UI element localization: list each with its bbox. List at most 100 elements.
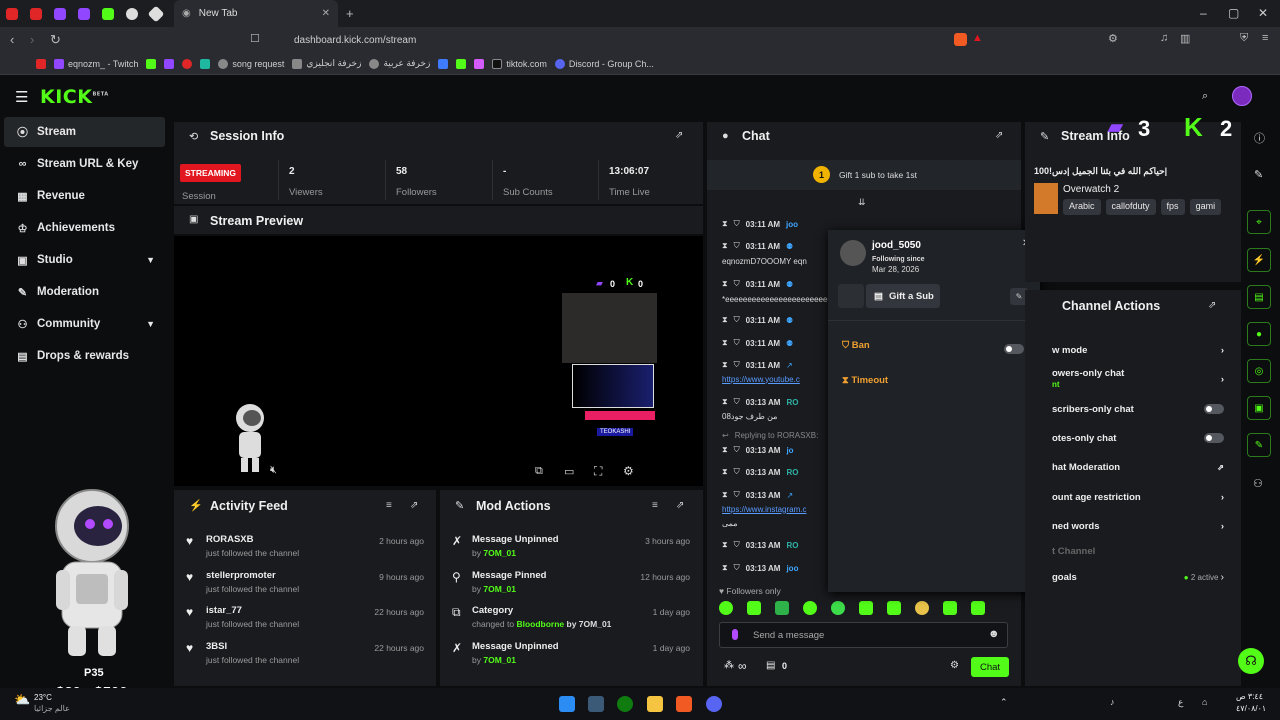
- address-bar[interactable]: dashboard.kick.com/stream: [264, 30, 988, 50]
- forward-icon[interactable]: ›: [30, 32, 34, 47]
- file-explorer-icon[interactable]: [647, 696, 663, 712]
- sidebar-item-revenue[interactable]: ▦ Revenue: [4, 181, 165, 211]
- tab-extension-icon[interactable]: [144, 0, 168, 27]
- active-tab[interactable]: ◉ New Tab ✕: [174, 0, 338, 27]
- bookmark-zakhrafa-ar[interactable]: زخرفة عربية: [369, 58, 430, 69]
- media-icon[interactable]: ♫: [1160, 32, 1168, 44]
- bookmark-shortcut[interactable]: [182, 58, 193, 69]
- bookmark-shortcut[interactable]: [164, 58, 175, 69]
- emote-icon[interactable]: [775, 601, 789, 615]
- xbox-icon[interactable]: [617, 696, 633, 712]
- emote-icon[interactable]: [747, 601, 761, 615]
- brave-shield-icon[interactable]: [954, 33, 967, 46]
- rail-button-wrench[interactable]: ✎: [1247, 433, 1271, 457]
- tab-youtube-icon[interactable]: [24, 0, 48, 27]
- theater-icon[interactable]: ▭: [564, 465, 574, 478]
- settings-gear-icon[interactable]: ⚙: [623, 464, 634, 478]
- back-icon[interactable]: ‹: [10, 32, 14, 47]
- gift-icon[interactable]: ▤: [766, 660, 775, 671]
- search-icon[interactable]: ⌕: [1202, 90, 1208, 103]
- emote-icon[interactable]: [887, 601, 901, 615]
- bookmark-shortcut[interactable]: [200, 58, 211, 69]
- vpn-icon[interactable]: ⛨: [1240, 32, 1248, 45]
- chat-message-link[interactable]: https://www.instagram.c: [722, 502, 806, 516]
- user-avatar[interactable]: [1232, 86, 1252, 106]
- rail-button-lightning[interactable]: ⚡: [1247, 248, 1271, 272]
- slow-mode-row[interactable]: w mode ›: [1052, 341, 1224, 359]
- tab-kick-icon[interactable]: [96, 0, 120, 27]
- send-chat-button[interactable]: Chat: [971, 657, 1009, 677]
- close-tab-icon[interactable]: ✕: [322, 8, 330, 19]
- info-icon[interactable]: ⓘ: [1254, 130, 1265, 146]
- chat-message-link[interactable]: https://www.youtube.c: [722, 372, 800, 386]
- start-icon[interactable]: [559, 696, 575, 712]
- emotes-only-row[interactable]: otes-only chat: [1052, 429, 1224, 447]
- emote-icon[interactable]: [831, 601, 845, 615]
- close-window-icon[interactable]: ✕: [1258, 6, 1268, 20]
- tab-twitch-icon[interactable]: [72, 0, 96, 27]
- kick-logo[interactable]: KICKBETA: [40, 86, 109, 108]
- sidebar-item-drops-rewards[interactable]: ▤ Drops & rewards: [4, 341, 165, 371]
- emote-icon[interactable]: [803, 601, 817, 615]
- clock-date[interactable]: ٤٧/٠٨/٠١: [1236, 704, 1266, 713]
- bookmark-youtube[interactable]: [36, 58, 46, 69]
- support-headset-icon[interactable]: ☊: [1238, 648, 1264, 674]
- points-icon[interactable]: ⁂: [724, 660, 734, 671]
- clock-time[interactable]: ٣:٤٤ ص: [1236, 692, 1263, 701]
- chat-moderation-row[interactable]: hat Moderation ⇗: [1052, 458, 1224, 476]
- emote-icon[interactable]: [719, 601, 733, 615]
- sidebar-item-stream[interactable]: ⦿ Stream: [4, 117, 165, 147]
- category-name[interactable]: Overwatch 2: [1063, 184, 1119, 195]
- bookmark-zakhrafa-en[interactable]: زخرفة انجليزي: [292, 58, 361, 69]
- user-card-placeholder-button[interactable]: [838, 284, 864, 308]
- popout-icon[interactable]: ⇗: [676, 500, 684, 511]
- chat-input[interactable]: Send a message ☻: [719, 622, 1008, 648]
- filter-icon[interactable]: ≡: [386, 500, 392, 511]
- maximize-icon[interactable]: ▢: [1228, 6, 1239, 20]
- language-indicator[interactable]: ع: [1178, 697, 1183, 708]
- bookmark-song-request[interactable]: song request: [218, 58, 284, 69]
- bookmark-icon[interactable]: ☐: [250, 32, 260, 45]
- gift-a-sub-button[interactable]: ▤ Gift a Sub: [866, 284, 940, 308]
- mic-icon[interactable]: [732, 629, 738, 640]
- new-tab-button[interactable]: +: [346, 6, 354, 21]
- pinned-toggle-icon[interactable]: ⇊: [858, 197, 866, 208]
- rail-button-chat[interactable]: ●: [1247, 322, 1271, 346]
- emote-icon[interactable]: [859, 601, 873, 615]
- fullscreen-icon[interactable]: ⛶: [594, 464, 602, 479]
- discord-icon[interactable]: [706, 696, 722, 712]
- mute-icon[interactable]: 🔇︎: [270, 464, 277, 477]
- weather-temperature[interactable]: 23°C: [34, 693, 52, 702]
- rail-button-list[interactable]: ▤: [1247, 285, 1271, 309]
- rail-button-broadcast[interactable]: ◎: [1247, 359, 1271, 383]
- emote-icon[interactable]: [915, 601, 929, 615]
- sidebar-item-community[interactable]: ⚇ Community ▼: [4, 309, 165, 339]
- extension-icon[interactable]: ⚙: [1108, 32, 1118, 45]
- sidebar-item-stream-url-key[interactable]: ∞ Stream URL & Key: [4, 149, 165, 179]
- banned-words-row[interactable]: ned words ›: [1052, 517, 1224, 535]
- taskbar-app-icon[interactable]: [588, 696, 604, 712]
- emoji-icon[interactable]: ☻: [988, 628, 1000, 640]
- sidebar-item-achievements[interactable]: ♔ Achievements: [4, 213, 165, 243]
- tab-youtube-icon[interactable]: [0, 0, 24, 27]
- edit-icon[interactable]: ✎: [1254, 168, 1263, 181]
- chat-settings-icon[interactable]: ⚙: [950, 660, 959, 671]
- reload-icon[interactable]: ↻: [50, 32, 61, 48]
- sidebar-item-studio[interactable]: ▣ Studio ▼: [4, 245, 165, 275]
- bookmark-shortcut[interactable]: [438, 58, 449, 69]
- popout-icon[interactable]: ⇗: [675, 130, 683, 141]
- bookmark-discord[interactable]: Discord - Group Ch...: [554, 58, 654, 69]
- user-card-username[interactable]: jood_5050: [872, 240, 921, 251]
- pip-icon[interactable]: ⧉: [535, 465, 543, 478]
- goals-row[interactable]: goals ● 2 active ›: [1052, 568, 1224, 586]
- followers-only-row[interactable]: owers-only chat nt ›: [1052, 366, 1224, 392]
- tab-twitch-icon[interactable]: [48, 0, 72, 27]
- popout-icon[interactable]: ⇗: [410, 500, 418, 511]
- menu-icon[interactable]: ≡: [1262, 32, 1268, 44]
- emote-icon[interactable]: [943, 601, 957, 615]
- sidebar-item-moderation[interactable]: ✎ Moderation: [4, 277, 165, 307]
- host-channel-row[interactable]: t Channel: [1052, 542, 1224, 560]
- bookmark-kick[interactable]: [146, 58, 157, 69]
- bookmark-shortcut[interactable]: [474, 58, 485, 69]
- minimize-icon[interactable]: –: [1200, 6, 1207, 20]
